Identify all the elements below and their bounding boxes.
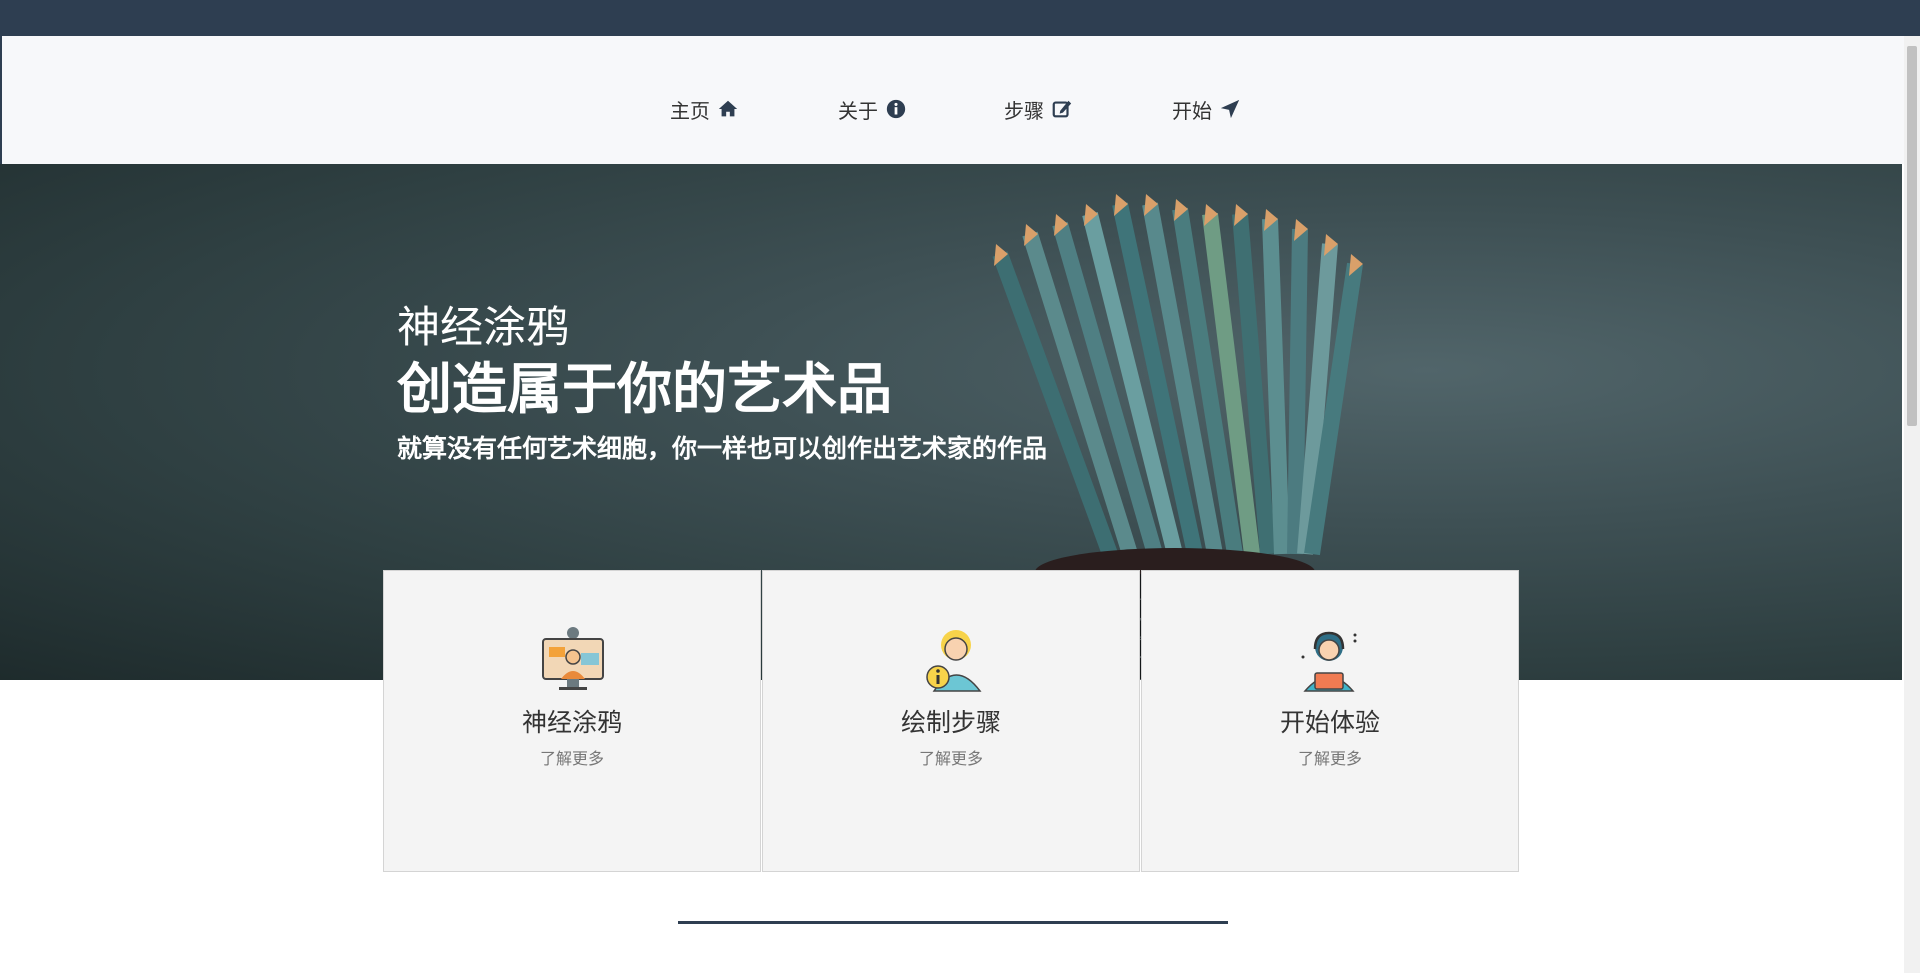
nav-item-start[interactable]: 开始 (1172, 94, 1241, 124)
card-learn-more-link[interactable]: 了解更多 (1142, 745, 1518, 769)
card-learn-more-link[interactable]: 了解更多 (384, 745, 760, 769)
card-title: 神经涂鸦 (521, 708, 622, 737)
hero-title: 创造属于你的艺术品 (397, 357, 893, 421)
nav-item-steps[interactable]: 步骤 (1004, 94, 1073, 124)
scrollbar-thumb[interactable] (1907, 46, 1917, 426)
card-start-experience[interactable]: 开始体验 了解更多 (1141, 570, 1519, 872)
navbar: 主页 关于 步骤 开始 (0, 36, 1904, 164)
nav-item-label: 关于 (838, 98, 878, 123)
feature-cards: 神经涂鸦 了解更多 绘制步骤 了解更多 开始体验 了解更多 (383, 570, 1520, 872)
hero-subtitle: 神经涂鸦 (397, 303, 569, 353)
info-person-icon (926, 630, 982, 692)
nav-item-home[interactable]: 主页 (670, 94, 739, 124)
presenter-screen-icon (542, 627, 604, 690)
home-icon (717, 98, 739, 120)
nav-item-label: 主页 (670, 98, 710, 123)
nav-item-label: 步骤 (1004, 98, 1044, 123)
nav-item-label: 开始 (1172, 98, 1212, 123)
top-bar (0, 0, 1920, 36)
location-arrow-icon (1219, 98, 1241, 120)
hero-tagline: 就算没有任何艺术细胞，你一样也可以创作出艺术家的作品 (397, 434, 1048, 463)
card-title: 开始体验 (1279, 708, 1380, 737)
edit-icon (1051, 98, 1073, 120)
info-circle-icon (885, 98, 907, 120)
card-title: 绘制步骤 (900, 708, 1001, 737)
nav-item-about[interactable]: 关于 (838, 94, 907, 124)
card-drawing-steps[interactable]: 绘制步骤 了解更多 (762, 570, 1140, 872)
card-learn-more-link[interactable]: 了解更多 (763, 745, 1139, 769)
card-neural-doodle[interactable]: 神经涂鸦 了解更多 (383, 570, 761, 872)
scrollbar[interactable] (1904, 36, 1920, 973)
support-agent-icon (1301, 631, 1357, 692)
section-divider (678, 921, 1228, 924)
